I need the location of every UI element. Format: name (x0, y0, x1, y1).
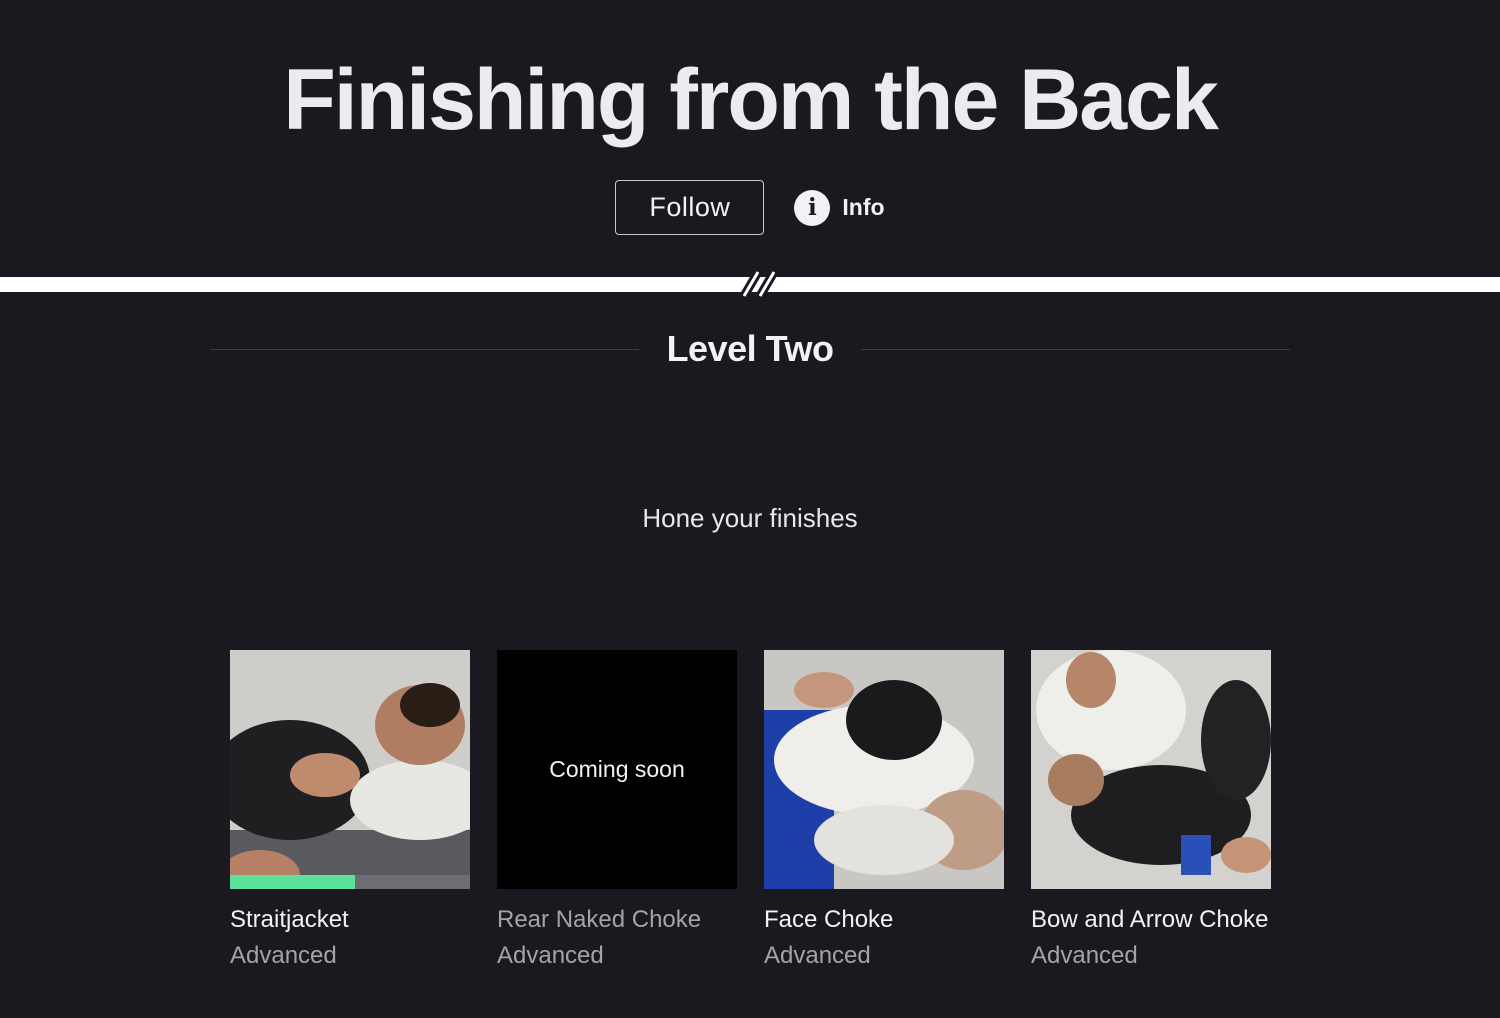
page-title: Finishing from the Back (283, 52, 1219, 148)
technique-card-bow-and-arrow-choke[interactable]: Bow and Arrow Choke Advanced (1031, 650, 1271, 970)
card-level: Advanced (230, 942, 337, 969)
grappling-photo-icon (1031, 650, 1271, 889)
technique-thumbnail (764, 650, 1004, 889)
info-link[interactable]: i Info (794, 189, 885, 226)
grappling-photo-icon (230, 650, 470, 889)
header-actions: Follow i Info (0, 180, 1500, 235)
technique-card-face-choke[interactable]: Face Choke Advanced (764, 650, 1004, 970)
card-level: Advanced (497, 942, 604, 969)
technique-thumbnail (1031, 650, 1271, 889)
grappling-photo-icon (764, 650, 1004, 889)
heading-rule-right (861, 348, 1290, 350)
info-label: Info (842, 194, 885, 220)
technique-card-straitjacket[interactable]: Straitjacket Advanced (230, 650, 470, 970)
card-title: Rear Naked Choke (497, 906, 702, 933)
section-heading: Level Two (210, 322, 1290, 376)
course-page: Finishing from the Back Follow i Info Le… (0, 0, 1500, 1018)
technique-thumbnail (230, 650, 470, 889)
card-title: Bow and Arrow Choke (1031, 906, 1269, 933)
card-title: Face Choke (764, 906, 894, 933)
progress-bar (230, 875, 470, 889)
section-title: Level Two (666, 328, 834, 369)
info-icon: i (794, 189, 831, 226)
technique-card-rear-naked-choke[interactable]: Coming soon Rear Naked Choke Advanced (497, 650, 737, 970)
heading-rule-left (210, 348, 639, 350)
technique-thumbnail: Coming soon (497, 650, 737, 889)
double-slash-icon (740, 269, 778, 299)
section-subtitle: Hone your finishes (642, 503, 858, 533)
technique-card-list: Straitjacket Advanced Coming soon Rear N… (230, 650, 1271, 970)
coming-soon-label: Coming soon (497, 650, 737, 889)
card-level: Advanced (764, 942, 871, 969)
progress-fill (230, 875, 355, 889)
follow-button[interactable]: Follow (615, 180, 765, 235)
card-level: Advanced (1031, 942, 1138, 969)
card-title: Straitjacket (230, 906, 349, 933)
